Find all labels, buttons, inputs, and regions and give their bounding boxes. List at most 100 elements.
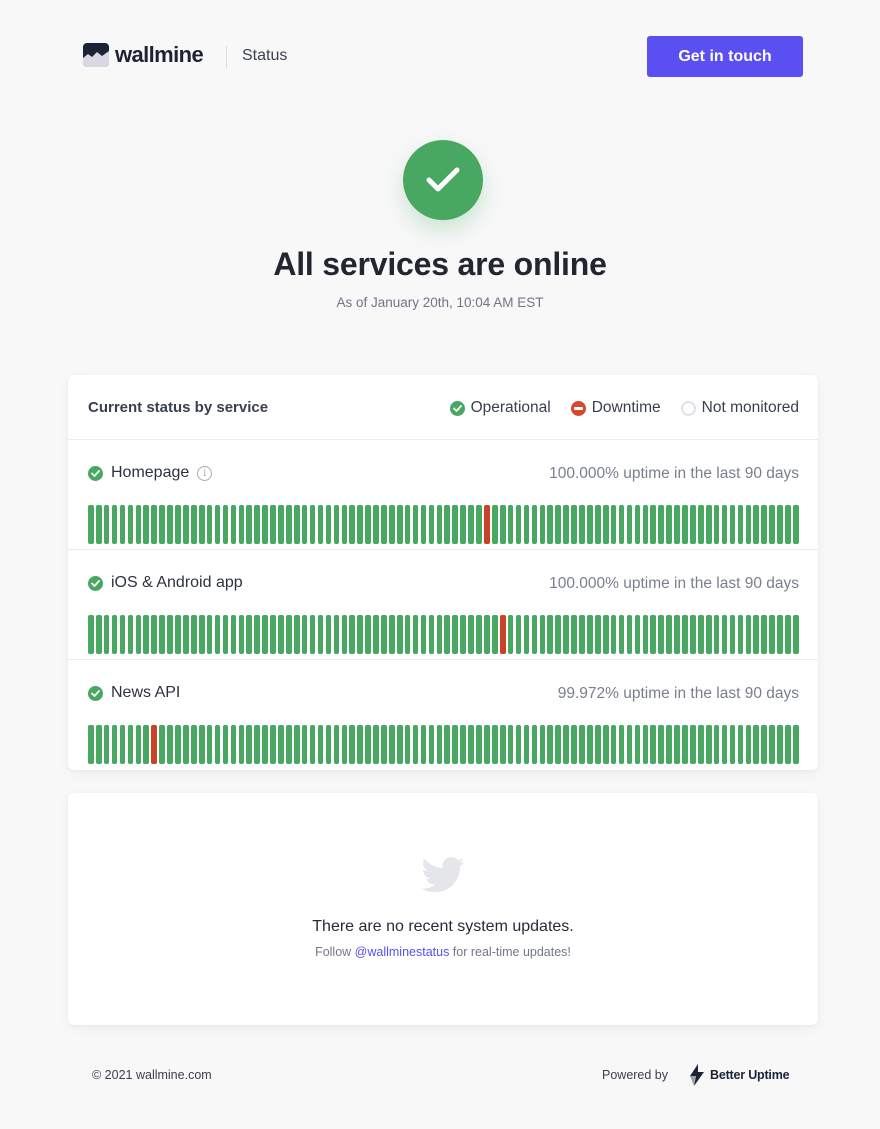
- uptime-bar-operational[interactable]: [634, 725, 641, 764]
- uptime-bar-operational[interactable]: [198, 725, 205, 764]
- uptime-bar-operational[interactable]: [88, 505, 94, 544]
- uptime-bar-operational[interactable]: [626, 725, 633, 764]
- uptime-bar-operational[interactable]: [658, 505, 664, 544]
- uptime-bar-operational[interactable]: [650, 505, 657, 544]
- uptime-bar-operational[interactable]: [119, 725, 126, 764]
- uptime-bar-operational[interactable]: [682, 615, 688, 654]
- uptime-bar-operational[interactable]: [761, 505, 767, 544]
- uptime-bar-operational[interactable]: [721, 505, 728, 544]
- uptime-bar-operational[interactable]: [293, 725, 300, 764]
- uptime-bar-operational[interactable]: [713, 615, 720, 654]
- uptime-bar-operational[interactable]: [135, 615, 142, 654]
- uptime-bar-operational[interactable]: [222, 505, 229, 544]
- uptime-bar-operational[interactable]: [713, 505, 720, 544]
- uptime-bar-operational[interactable]: [690, 505, 696, 544]
- uptime-bar-operational[interactable]: [95, 725, 102, 764]
- uptime-bar-operational[interactable]: [301, 725, 308, 764]
- uptime-bar-operational[interactable]: [317, 505, 324, 544]
- uptime-bar-operational[interactable]: [460, 725, 466, 764]
- uptime-bar-operational[interactable]: [507, 505, 514, 544]
- uptime-bar-operational[interactable]: [444, 615, 451, 654]
- uptime-bar-operational[interactable]: [333, 505, 340, 544]
- uptime-bar-operational[interactable]: [190, 505, 197, 544]
- uptime-bar-operational[interactable]: [785, 615, 791, 654]
- uptime-bar-operational[interactable]: [190, 615, 197, 654]
- uptime-bar-operational[interactable]: [697, 505, 704, 544]
- uptime-bar-operational[interactable]: [381, 615, 387, 654]
- better-uptime-link[interactable]: Better Uptime: [688, 1064, 790, 1086]
- get-in-touch-button[interactable]: Get in touch: [647, 36, 803, 77]
- uptime-bar-operational[interactable]: [214, 725, 221, 764]
- uptime-bar-operational[interactable]: [230, 615, 237, 654]
- uptime-bar-operational[interactable]: [705, 725, 712, 764]
- uptime-bar-operational[interactable]: [492, 615, 498, 654]
- uptime-bar-operational[interactable]: [515, 725, 522, 764]
- uptime-bar-operational[interactable]: [404, 505, 411, 544]
- uptime-bar-operational[interactable]: [682, 725, 688, 764]
- uptime-bar-operational[interactable]: [357, 725, 363, 764]
- uptime-bar-operational[interactable]: [175, 615, 181, 654]
- uptime-bar-operational[interactable]: [674, 725, 680, 764]
- uptime-bar-operational[interactable]: [103, 615, 110, 654]
- uptime-bar-operational[interactable]: [262, 615, 268, 654]
- uptime-bar-operational[interactable]: [745, 615, 752, 654]
- uptime-bar-operational[interactable]: [222, 615, 229, 654]
- uptime-bar-operational[interactable]: [697, 725, 704, 764]
- uptime-bar-downtime[interactable]: [151, 725, 157, 764]
- uptime-bar-operational[interactable]: [793, 725, 799, 764]
- uptime-bar-operational[interactable]: [547, 725, 554, 764]
- uptime-bar-operational[interactable]: [301, 505, 308, 544]
- uptime-bar-operational[interactable]: [468, 505, 474, 544]
- uptime-bar-operational[interactable]: [531, 725, 538, 764]
- uptime-bar-operational[interactable]: [206, 505, 213, 544]
- uptime-bar-operational[interactable]: [262, 505, 268, 544]
- uptime-bar-operational[interactable]: [753, 505, 760, 544]
- uptime-bar-operational[interactable]: [111, 505, 118, 544]
- uptime-bar-operational[interactable]: [666, 615, 672, 654]
- uptime-bar-operational[interactable]: [539, 615, 546, 654]
- uptime-bar-operational[interactable]: [452, 725, 458, 764]
- uptime-bar-operational[interactable]: [412, 505, 419, 544]
- uptime-bar-operational[interactable]: [666, 505, 672, 544]
- uptime-bar-operational[interactable]: [745, 725, 752, 764]
- uptime-bar-operational[interactable]: [151, 615, 157, 654]
- uptime-bar-operational[interactable]: [555, 725, 561, 764]
- uptime-bar-downtime[interactable]: [499, 615, 506, 654]
- uptime-bar-operational[interactable]: [286, 725, 292, 764]
- uptime-bar-downtime[interactable]: [484, 505, 490, 544]
- uptime-bar-operational[interactable]: [618, 615, 625, 654]
- uptime-bar-operational[interactable]: [381, 725, 387, 764]
- uptime-bar-operational[interactable]: [428, 725, 435, 764]
- uptime-bar-operational[interactable]: [452, 505, 458, 544]
- uptime-bar-operational[interactable]: [254, 725, 260, 764]
- uptime-bar-operational[interactable]: [396, 725, 403, 764]
- uptime-bar-operational[interactable]: [697, 615, 704, 654]
- uptime-bar-operational[interactable]: [206, 725, 213, 764]
- uptime-bar-operational[interactable]: [214, 505, 221, 544]
- uptime-bar-operational[interactable]: [278, 615, 284, 654]
- uptime-bar-operational[interactable]: [436, 615, 443, 654]
- uptime-bar-operational[interactable]: [238, 615, 245, 654]
- uptime-bar-operational[interactable]: [753, 615, 760, 654]
- uptime-bar-operational[interactable]: [721, 615, 728, 654]
- uptime-bar-operational[interactable]: [610, 505, 617, 544]
- uptime-bar-operational[interactable]: [230, 725, 237, 764]
- uptime-bar-operational[interactable]: [389, 615, 395, 654]
- uptime-bar-operational[interactable]: [175, 725, 181, 764]
- uptime-bar-operational[interactable]: [515, 505, 522, 544]
- uptime-bar-operational[interactable]: [349, 505, 356, 544]
- uptime-bar-operational[interactable]: [507, 615, 514, 654]
- uptime-bar-operational[interactable]: [713, 725, 720, 764]
- uptime-bar-operational[interactable]: [785, 725, 791, 764]
- uptime-bar-operational[interactable]: [579, 505, 585, 544]
- uptime-bar-operational[interactable]: [325, 725, 332, 764]
- uptime-bar-operational[interactable]: [159, 725, 165, 764]
- twitter-handle-link[interactable]: @wallminestatus: [355, 945, 450, 959]
- uptime-bar-operational[interactable]: [88, 725, 94, 764]
- uptime-bar-operational[interactable]: [777, 725, 783, 764]
- uptime-bar-operational[interactable]: [626, 505, 633, 544]
- uptime-bar-operational[interactable]: [365, 615, 371, 654]
- uptime-bar-operational[interactable]: [95, 615, 102, 654]
- uptime-bar-operational[interactable]: [111, 615, 118, 654]
- uptime-bar-operational[interactable]: [666, 725, 672, 764]
